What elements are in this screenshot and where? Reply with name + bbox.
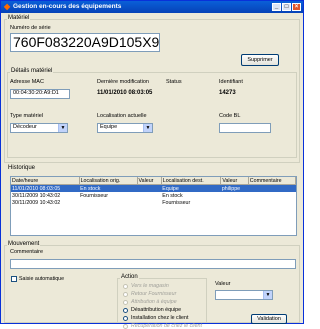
action-radio[interactable]	[123, 316, 128, 321]
id-value: 14273	[219, 90, 236, 96]
details-group	[7, 72, 297, 158]
history-cell	[248, 199, 295, 206]
main-window: ◆ Gestion en-cours des équipements _ □ ×…	[0, 0, 304, 329]
history-cell	[221, 192, 248, 199]
action-radio-label: Vers le magasin	[131, 283, 169, 289]
value-chevron-down-icon[interactable]: ▼	[263, 291, 272, 299]
mouvement-legend: Mouvement	[7, 241, 41, 248]
history-cell	[221, 199, 248, 206]
action-radio-label: Attribution à équipe	[131, 299, 177, 305]
history-table[interactable]: Date/heure Localisation orig. Valeur Locali…	[11, 177, 297, 206]
history-cell	[248, 192, 295, 199]
action-radio	[123, 284, 128, 289]
mac-label: Adresse MAC	[10, 79, 44, 85]
last-mod-label: Dernière modification	[97, 79, 149, 85]
location-select[interactable]: Equipe ▼	[97, 123, 153, 133]
history-cell: philippe	[220, 184, 249, 192]
history-column-header[interactable]: Localisation orig.	[79, 177, 138, 185]
action-radio	[123, 324, 128, 329]
auto-label: Saisie automatique	[19, 276, 65, 282]
history-column-header[interactable]: Valeur	[220, 177, 249, 185]
history-cell	[137, 192, 161, 199]
materiel-legend: Matériel	[7, 15, 31, 22]
auto-checkbox[interactable]	[11, 276, 17, 282]
action-radio	[123, 292, 128, 297]
action-legend: Action	[120, 274, 139, 281]
history-cell: 30/11/2009 10:43:02	[12, 199, 61, 206]
comment-label: Commentaire	[10, 249, 44, 255]
title-bar[interactable]: ◆ Gestion en-cours des équipements _ □ ×	[1, 1, 303, 13]
window-title: Gestion en-cours des équipements	[13, 3, 122, 10]
app-icon: ◆	[4, 2, 11, 11]
status-label: Status	[166, 79, 182, 85]
history-cell: En stock	[79, 184, 137, 192]
history-header-row: Date/heure Localisation orig. Valeur Locali…	[11, 177, 297, 185]
codebl-label: Code BL	[219, 113, 241, 119]
history-cell: Fournisseur	[80, 192, 109, 199]
location-label: Localisation actuelle	[97, 113, 147, 119]
type-select-value: Décodeur	[13, 124, 37, 130]
type-label: Type matériel	[10, 113, 44, 119]
action-radio-label: Installation chez le client	[131, 315, 189, 321]
value-select[interactable]: ▼	[215, 290, 273, 300]
location-select-value: Equipe	[100, 124, 118, 130]
history-cell: 11/01/2010 08:03:05	[11, 184, 80, 192]
codebl-input[interactable]	[219, 123, 271, 133]
mac-input[interactable]: 00:04:30:20:A9:D1	[10, 89, 70, 99]
location-chevron-down-icon[interactable]: ▼	[143, 124, 152, 132]
action-radio[interactable]	[123, 308, 128, 313]
delete-button[interactable]: Supprimer	[241, 54, 279, 66]
validate-button[interactable]: Validation	[251, 314, 287, 324]
history-column-header[interactable]: Localisation dest.	[161, 177, 222, 185]
action-radio-label: Retour Fournisseur	[131, 291, 177, 297]
value-label: Valeur	[215, 281, 231, 287]
action-radio	[123, 300, 128, 305]
history-column-header[interactable]: Date/heure	[11, 177, 80, 185]
history-column-header[interactable]: Commentaire	[248, 177, 297, 185]
history-cell	[137, 184, 162, 192]
id-label: Identifiant	[219, 79, 243, 85]
details-legend: Détails matériel	[10, 68, 54, 75]
history-cell: Fournisseur	[162, 199, 191, 206]
close-button[interactable]: ×	[292, 3, 301, 11]
history-cell: 30/11/2009 10:43:02	[12, 192, 61, 199]
serial-input[interactable]: 760F083220A9D105X9	[10, 33, 160, 52]
comment-input[interactable]	[10, 259, 296, 269]
history-cell	[137, 199, 161, 206]
history-cell	[248, 184, 296, 192]
history-cell: En stock	[162, 192, 183, 199]
historique-legend: Historique	[7, 165, 37, 172]
history-column-header[interactable]: Valeur	[137, 177, 162, 185]
maximize-button[interactable]: □	[282, 3, 291, 11]
action-radio-label: Désattribution équipe	[131, 307, 182, 313]
history-cell: Equipe	[161, 184, 221, 192]
history-row[interactable]: 30/11/2009 10:43:02 Fournisseur En stock	[11, 192, 296, 199]
type-select[interactable]: Décodeur ▼	[10, 123, 68, 133]
minimize-button[interactable]: _	[272, 3, 281, 11]
history-cell	[79, 199, 137, 206]
history-row[interactable]: 30/11/2009 10:43:02 Fournisseur	[11, 199, 296, 206]
type-chevron-down-icon[interactable]: ▼	[58, 124, 67, 132]
last-mod-value: 11/01/2010 08:03:05	[97, 90, 153, 96]
history-row[interactable]: 11/01/2010 08:03:05 En stock Equipe philipp…	[11, 184, 296, 192]
serial-label: Numéro de série	[10, 25, 51, 31]
